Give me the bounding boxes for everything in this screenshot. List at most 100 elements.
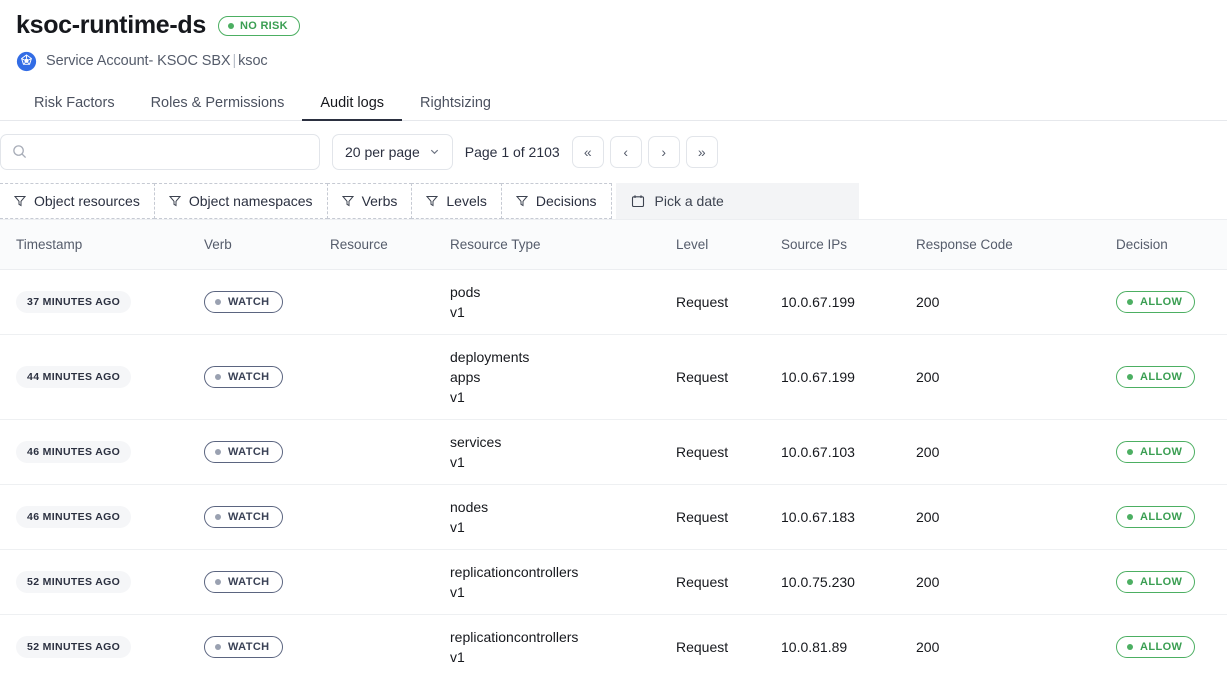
dot-icon [215, 578, 221, 585]
cell-source-ip: 10.0.67.103 [773, 419, 908, 485]
date-picker-label: Pick a date [654, 192, 724, 209]
dot-icon [215, 643, 221, 650]
resource-type-line: pods [450, 283, 481, 300]
date-picker[interactable]: Pick a date [615, 182, 859, 219]
table-row[interactable]: 46 MINUTES AGO WATCH services v1 Request 10.0… [0, 419, 1227, 485]
table-header-row: Timestamp Verb Resource Resource Type Le… [0, 218, 1227, 270]
last-page-button[interactable]: » [685, 135, 718, 168]
resource-type-line: v1 [450, 583, 465, 600]
tab-risk-factors[interactable]: Risk Factors [16, 96, 133, 120]
resource-type-line: v1 [450, 303, 465, 320]
cell-level: Request [668, 419, 773, 485]
cell-level: Request [668, 484, 773, 550]
first-page-button[interactable]: « [571, 135, 604, 168]
cell-resource-type: replicationcontrollers v1 [442, 614, 668, 676]
resource-type-line: apps [450, 368, 481, 385]
decision-label: ALLOW [1140, 295, 1183, 308]
dot-icon [1127, 578, 1133, 585]
cell-source-ip: 10.0.67.199 [773, 334, 908, 420]
dot-icon [1127, 298, 1133, 305]
verb-label: WATCH [228, 640, 270, 653]
decision-label: ALLOW [1140, 575, 1183, 588]
dot-icon [1127, 513, 1133, 520]
resource-type-line: v1 [450, 453, 465, 470]
filter-label: Object resources [34, 192, 140, 209]
table-row[interactable]: 37 MINUTES AGO WATCH pods v1 Request 10.0.67.… [0, 269, 1227, 335]
next-page-button[interactable]: › [647, 135, 680, 168]
cell-resource-type: services v1 [442, 419, 668, 485]
table-row[interactable]: 52 MINUTES AGO WATCH replicationcontroller… [0, 614, 1227, 676]
cell-resource [322, 549, 442, 615]
pagination: « ‹ › » [571, 135, 718, 168]
cell-resource [322, 419, 442, 485]
tab-bar: Risk Factors Roles & Permissions Audit l… [0, 86, 1227, 121]
decision-label: ALLOW [1140, 640, 1183, 653]
timestamp-pill: 44 MINUTES AGO [16, 365, 132, 388]
cell-source-ip: 10.0.81.89 [773, 614, 908, 676]
dot-icon [1127, 448, 1133, 455]
filter-bar: Object resources Object namespaces Verbs… [0, 182, 1227, 219]
cell-timestamp: 46 MINUTES AGO [0, 484, 196, 550]
filter-verbs[interactable]: Verbs [326, 182, 413, 219]
search-box[interactable] [0, 133, 320, 170]
page-indicator: Page 1 of 2103 [464, 143, 560, 160]
cell-resource-type: deployments apps v1 [442, 334, 668, 420]
verb-badge: WATCH [204, 365, 283, 388]
cell-source-ip: 10.0.67.199 [773, 269, 908, 335]
tab-audit-logs[interactable]: Audit logs [302, 96, 402, 120]
table-row[interactable]: 44 MINUTES AGO WATCH deployments apps v1 Requ… [0, 334, 1227, 420]
filter-levels[interactable]: Levels [411, 182, 502, 219]
cell-verb: WATCH [196, 614, 322, 676]
resource-type-line: replicationcontrollers [450, 628, 579, 645]
timestamp-pill: 46 MINUTES AGO [16, 505, 132, 528]
cell-timestamp: 44 MINUTES AGO [0, 334, 196, 420]
decision-badge: ALLOW [1116, 635, 1196, 658]
breadcrumb: Service Account- KSOC SBX | ksoc [16, 51, 1211, 72]
search-input[interactable] [35, 143, 308, 160]
per-page-label: 20 per page [345, 143, 420, 160]
cell-timestamp: 37 MINUTES AGO [0, 269, 196, 335]
table-header: Timestamp Verb Resource Resource Type Le… [0, 218, 1227, 270]
search-icon [12, 144, 27, 159]
cell-verb: WATCH [196, 334, 322, 420]
verb-label: WATCH [228, 575, 270, 588]
calendar-icon [631, 194, 645, 208]
per-page-select[interactable]: 20 per page [332, 133, 453, 170]
filter-icon [14, 195, 26, 207]
resource-type-line: services [450, 433, 502, 450]
filter-label: Verbs [361, 192, 398, 209]
breadcrumb-namespace: ksoc [238, 53, 268, 69]
verb-label: WATCH [228, 445, 270, 458]
cell-decision: ALLOW [1108, 334, 1227, 420]
cell-decision: ALLOW [1108, 484, 1227, 550]
cell-decision: ALLOW [1108, 614, 1227, 676]
filter-object-namespaces[interactable]: Object namespaces [153, 182, 328, 219]
decision-badge: ALLOW [1116, 365, 1196, 388]
filter-icon [515, 195, 528, 207]
cell-source-ip: 10.0.75.230 [773, 549, 908, 615]
table-row[interactable]: 46 MINUTES AGO WATCH nodes v1 Request 10.0.67… [0, 484, 1227, 550]
cell-resource [322, 484, 442, 550]
status-badge-label: NO RISK [239, 19, 288, 32]
tab-roles-permissions[interactable]: Roles & Permissions [133, 96, 303, 120]
breadcrumb-separator: | [232, 53, 237, 69]
breadcrumb-account: Service Account- KSOC SBX [46, 53, 231, 69]
prev-page-button[interactable]: ‹ [609, 135, 642, 168]
kubernetes-icon [16, 51, 37, 72]
table-row[interactable]: 52 MINUTES AGO WATCH replicationcontroller… [0, 549, 1227, 615]
decision-badge: ALLOW [1116, 505, 1196, 528]
status-badge-no-risk: NO RISK [217, 15, 300, 36]
verb-badge: WATCH [204, 570, 283, 593]
dot-icon [215, 373, 221, 380]
resource-type-line: deployments [450, 348, 530, 365]
filter-label: Object namespaces [188, 192, 313, 209]
filter-decisions[interactable]: Decisions [500, 182, 612, 219]
timestamp-pill: 52 MINUTES AGO [16, 635, 132, 658]
cell-verb: WATCH [196, 419, 322, 485]
column-header-verb: Verb [196, 218, 322, 270]
tab-rightsizing[interactable]: Rightsizing [402, 96, 509, 120]
decision-label: ALLOW [1140, 370, 1183, 383]
page-title: ksoc-runtime-ds [16, 11, 206, 39]
filter-object-resources[interactable]: Object resources [0, 182, 155, 219]
filter-icon [426, 195, 439, 207]
